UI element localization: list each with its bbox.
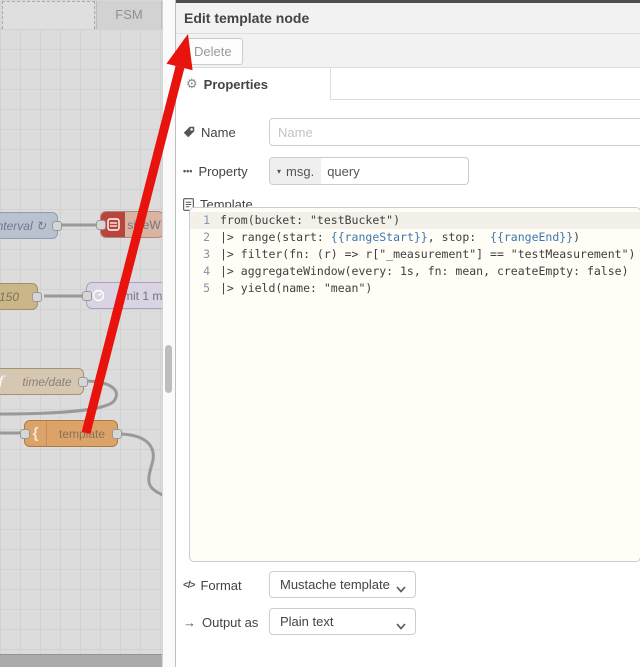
editor-lines: 1 from(bucket: "testBucket") 2 |> range(sta… <box>190 212 640 297</box>
property-label: ••• Property <box>183 163 248 179</box>
scrollbar-thumb[interactable] <box>165 345 172 393</box>
property-prefix: msg. <box>286 163 315 179</box>
tab-strip-filler <box>331 68 640 100</box>
code-text: from(bucket: "testBucket") <box>220 213 401 227</box>
dialog-title: Edit template node <box>184 10 310 26</box>
output-as-select-value: Plain text <box>280 614 334 629</box>
node-interval-output-port[interactable] <box>52 221 62 231</box>
node-s150-output-port[interactable] <box>32 292 42 302</box>
output-as-select[interactable]: Plain text <box>269 608 416 635</box>
flow-tabbar: FSM <box>0 0 162 29</box>
dialog-toolbar: Delete <box>176 34 640 68</box>
canvas-grid[interactable] <box>0 29 162 654</box>
code-text: |> range(start: {{rangeStart}}, stop: {{… <box>220 230 581 244</box>
gear-icon: ⚙ <box>186 76 198 91</box>
line-number: 1 <box>203 213 210 227</box>
line-number: 4 <box>203 264 210 278</box>
flow-tab-fsm[interactable]: FSM <box>96 1 162 29</box>
node-timedate-output-port[interactable] <box>78 377 88 387</box>
function-icon: f <box>0 369 11 394</box>
node-sinewave-input-port[interactable] <box>96 220 106 230</box>
node-interval-label: interval ↻ <box>0 218 47 233</box>
node-s150[interactable]: s-150 <box>0 283 42 310</box>
format-label: </> Format <box>183 577 242 593</box>
node-timedate-label: time/date <box>22 374 72 389</box>
template-code-editor[interactable]: 1 from(bucket: "testBucket") 2 |> range(sta… <box>189 207 640 562</box>
code-line[interactable]: 3 |> filter(fn: (r) => r["_measurement"] … <box>190 246 640 263</box>
node-limit-input-port[interactable] <box>82 291 92 301</box>
chevron-down-icon <box>396 581 406 596</box>
node-template[interactable]: { template <box>20 420 122 447</box>
arrow-right-icon: → <box>183 614 196 630</box>
node-limit[interactable]: limit 1 ms <box>82 282 162 309</box>
line-number: 3 <box>203 247 210 261</box>
format-select-value: Mustache template <box>280 577 390 592</box>
canvas-bottom-bar <box>0 654 162 667</box>
delete-button[interactable]: Delete <box>183 38 243 65</box>
code-line[interactable]: 4 |> aggregateWindow(every: 1s, fn: mean,… <box>190 263 640 280</box>
property-value[interactable]: query <box>321 158 360 184</box>
property-input[interactable]: ▾ msg. query <box>269 157 469 185</box>
node-sinewave[interactable]: sineW <box>96 211 162 238</box>
chevron-down-icon <box>396 618 406 633</box>
node-template-output-port[interactable] <box>112 429 122 439</box>
node-limit-label: limit 1 ms <box>117 288 162 303</box>
code-line[interactable]: 5 |> yield(name: "mean") <box>190 280 640 297</box>
tab-properties[interactable]: ⚙ Properties <box>176 68 331 100</box>
code-line[interactable]: 2 |> range(start: {{rangeStart}}, stop: {… <box>190 229 640 246</box>
dialog-header: Edit template node <box>176 3 640 34</box>
format-select[interactable]: Mustache template <box>269 571 416 598</box>
flow-canvas[interactable]: FSM interval ↻ sineW s-150 limit 1 ms f … <box>0 0 162 667</box>
tab-properties-label: Properties <box>203 76 268 92</box>
code-text: |> yield(name: "mean") <box>220 281 373 295</box>
ellipsis-icon: ••• <box>183 166 193 176</box>
node-template-input-port[interactable] <box>20 429 30 439</box>
property-type-dropdown[interactable]: ▾ msg. <box>270 158 322 184</box>
code-text: |> filter(fn: (r) => r["_measurement"] =… <box>220 247 636 261</box>
output-as-label: → Output as <box>183 614 259 630</box>
code-brackets-icon: </> <box>183 579 196 591</box>
code-text: |> aggregateWindow(every: 1s, fn: mean, … <box>220 264 629 278</box>
canvas-vertical-scrollbar[interactable] <box>162 0 175 667</box>
node-timedate[interactable]: f time/date <box>0 368 88 395</box>
name-label: Name <box>183 118 236 146</box>
flow-tab-active[interactable] <box>2 1 95 29</box>
code-line[interactable]: 1 from(bucket: "testBucket") <box>190 212 640 229</box>
name-input[interactable] <box>269 118 640 146</box>
node-interval[interactable]: interval ↻ <box>0 212 62 239</box>
tag-icon <box>183 126 195 138</box>
node-sinewave-label: sineW <box>127 217 161 232</box>
line-number: 2 <box>203 230 210 244</box>
dialog-tabs: ⚙ Properties <box>176 68 640 100</box>
chevron-down-icon: ▾ <box>277 166 282 176</box>
line-number: 5 <box>203 281 210 295</box>
edit-template-dialog: Edit template node Delete ⚙ Properties N… <box>175 0 640 667</box>
node-template-label: template <box>58 426 106 441</box>
